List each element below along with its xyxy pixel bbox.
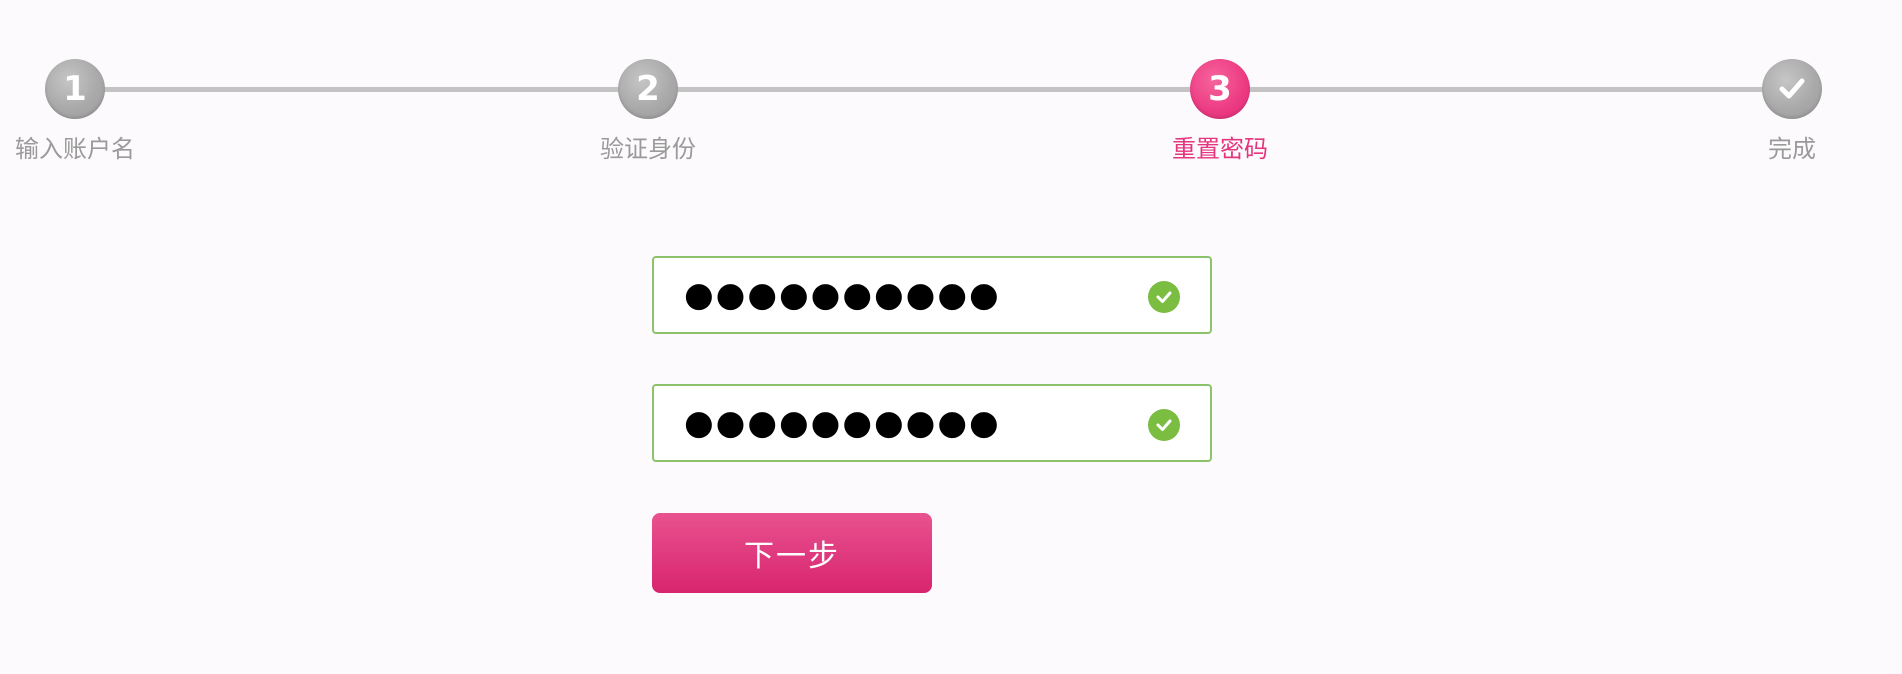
step-1-label: 输入账户名 bbox=[15, 135, 135, 163]
step-3: 3 重置密码 bbox=[1150, 59, 1290, 164]
confirm-password-field bbox=[652, 384, 1212, 462]
step-1: 1 输入账户名 bbox=[5, 59, 145, 164]
reset-password-page: 1 输入账户名 2 验证身份 3 重置密码 完成 ●●●●●●●●●● ●●●●… bbox=[0, 0, 1902, 674]
step-4-circle bbox=[1762, 59, 1822, 119]
new-password-input[interactable] bbox=[684, 258, 1124, 332]
step-4-label: 完成 bbox=[1768, 135, 1816, 163]
step-2-label: 验证身份 bbox=[600, 135, 696, 163]
step-2-circle: 2 bbox=[618, 59, 678, 119]
check-icon bbox=[1156, 291, 1172, 303]
step-3-label: 重置密码 bbox=[1172, 135, 1268, 163]
check-circle-icon bbox=[1148, 409, 1180, 441]
new-password-field bbox=[652, 256, 1212, 334]
check-icon bbox=[1156, 419, 1172, 431]
progress-stepper: 1 输入账户名 2 验证身份 3 重置密码 完成 bbox=[0, 0, 1902, 170]
stepper-track bbox=[75, 87, 1795, 92]
confirm-password-input[interactable] bbox=[684, 386, 1124, 460]
step-3-circle: 3 bbox=[1190, 59, 1250, 119]
step-2: 2 验证身份 bbox=[578, 59, 718, 164]
step-1-circle: 1 bbox=[45, 59, 105, 119]
check-icon bbox=[1779, 78, 1805, 99]
step-4: 完成 bbox=[1722, 59, 1862, 164]
check-circle-icon bbox=[1148, 281, 1180, 313]
next-step-button[interactable]: 下一步 bbox=[652, 513, 932, 593]
